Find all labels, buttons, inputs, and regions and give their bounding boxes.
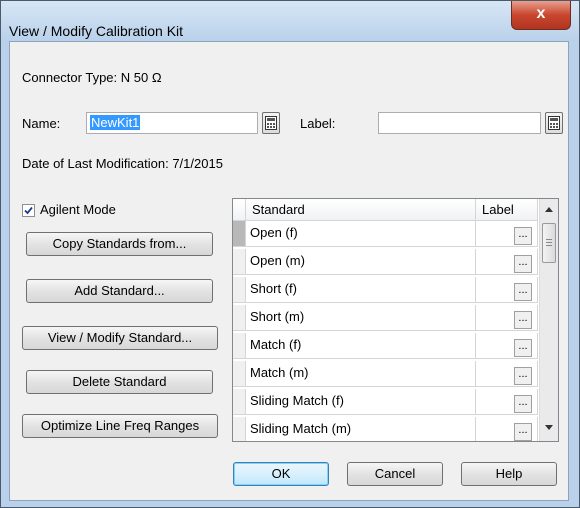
copy-standards-button[interactable]: Copy Standards from... — [26, 232, 213, 256]
standard-cell[interactable]: Sliding Match (f) — [246, 389, 476, 415]
view-modify-standard-button[interactable]: View / Modify Standard... — [22, 326, 218, 350]
ellipsis-button[interactable]: ... — [514, 395, 532, 413]
table-row[interactable]: Open (f)... — [233, 221, 538, 247]
standard-cell[interactable]: Match (f) — [246, 333, 476, 359]
close-button[interactable]: x — [511, 1, 571, 30]
row-header[interactable] — [233, 417, 246, 441]
table-row[interactable]: Match (f)... — [233, 333, 538, 359]
table-row[interactable]: Open (m)... — [233, 249, 538, 275]
table-corner — [233, 199, 246, 221]
window-title: View / Modify Calibration Kit — [9, 23, 184, 39]
label-cell[interactable]: ... — [476, 277, 538, 303]
delete-standard-button[interactable]: Delete Standard — [26, 370, 213, 394]
label-cell[interactable]: ... — [476, 305, 538, 331]
scroll-up-icon[interactable] — [545, 207, 553, 212]
ellipsis-button[interactable]: ... — [514, 423, 532, 441]
keyboard-icon — [265, 116, 277, 130]
table-scrollbar[interactable] — [539, 199, 558, 441]
ok-button[interactable]: OK — [233, 462, 329, 486]
optimize-line-freq-ranges-button[interactable]: Optimize Line Freq Ranges — [22, 414, 218, 438]
standards-table[interactable]: Standard Label Open (f)... Open (m)... Sho… — [232, 198, 559, 442]
dialog-body: Connector Type: N 50 Ω Name: NewKit1 Lab… — [9, 41, 569, 501]
column-header-label[interactable]: Label — [476, 199, 538, 221]
standard-cell[interactable]: Match (m) — [246, 361, 476, 387]
label-cell[interactable]: ... — [476, 361, 538, 387]
ellipsis-button[interactable]: ... — [514, 227, 532, 245]
label-field-label: Label: — [300, 116, 336, 131]
scroll-thumb[interactable] — [542, 223, 556, 263]
row-header[interactable] — [233, 333, 246, 359]
connector-type-label: Connector Type: N 50 Ω — [22, 70, 162, 85]
row-header[interactable] — [233, 361, 246, 387]
column-header-standard[interactable]: Standard — [246, 199, 476, 221]
row-header[interactable] — [233, 277, 246, 303]
keyboard-icon — [548, 116, 560, 130]
label-cell[interactable]: ... — [476, 249, 538, 275]
label-cell[interactable]: ... — [476, 221, 538, 247]
ellipsis-button[interactable]: ... — [514, 339, 532, 357]
table-row[interactable]: Short (m)... — [233, 305, 538, 331]
row-header[interactable] — [233, 221, 246, 247]
name-input[interactable]: NewKit1 — [86, 112, 258, 134]
standard-cell[interactable]: Open (f) — [246, 221, 476, 247]
table-row[interactable]: Match (m)... — [233, 361, 538, 387]
close-icon: x — [536, 5, 546, 22]
scroll-down-icon[interactable] — [545, 425, 553, 430]
row-header[interactable] — [233, 389, 246, 415]
dialog-window: View / Modify Calibration Kit x Connecto… — [0, 0, 580, 508]
ellipsis-button[interactable]: ... — [514, 367, 532, 385]
label-input[interactable] — [378, 112, 541, 134]
connector-type-value: N 50 Ω — [120, 70, 162, 85]
table-row[interactable]: Sliding Match (f)... — [233, 389, 538, 415]
label-cell[interactable]: ... — [476, 333, 538, 359]
name-keyboard-button[interactable] — [262, 112, 280, 134]
label-cell[interactable]: ... — [476, 389, 538, 415]
standard-cell[interactable]: Short (m) — [246, 305, 476, 331]
date-value: 7/1/2015 — [172, 156, 223, 171]
check-icon — [24, 206, 33, 215]
cancel-button[interactable]: Cancel — [347, 462, 443, 486]
label-keyboard-button[interactable] — [545, 112, 563, 134]
add-standard-button[interactable]: Add Standard... — [26, 279, 213, 303]
agilent-mode-checkbox[interactable] — [22, 204, 35, 217]
title-bar[interactable]: View / Modify Calibration Kit x — [1, 1, 579, 41]
standard-cell[interactable]: Open (m) — [246, 249, 476, 275]
ellipsis-button[interactable]: ... — [514, 311, 532, 329]
standard-cell[interactable]: Sliding Match (m) — [246, 417, 476, 441]
table-row[interactable]: Sliding Match (m)... — [233, 417, 538, 441]
row-header[interactable] — [233, 305, 246, 331]
ellipsis-button[interactable]: ... — [514, 283, 532, 301]
name-label: Name: — [22, 116, 61, 131]
ellipsis-button[interactable]: ... — [514, 255, 532, 273]
standard-cell[interactable]: Short (f) — [246, 277, 476, 303]
agilent-mode-label: Agilent Mode — [40, 202, 116, 217]
label-cell[interactable]: ... — [476, 417, 538, 441]
table-row[interactable]: Short (f)... — [233, 277, 538, 303]
help-button[interactable]: Help — [461, 462, 557, 486]
name-input-value: NewKit1 — [90, 115, 141, 130]
date-label: Date of Last Modification: 7/1/2015 — [22, 156, 223, 171]
row-header[interactable] — [233, 249, 246, 275]
